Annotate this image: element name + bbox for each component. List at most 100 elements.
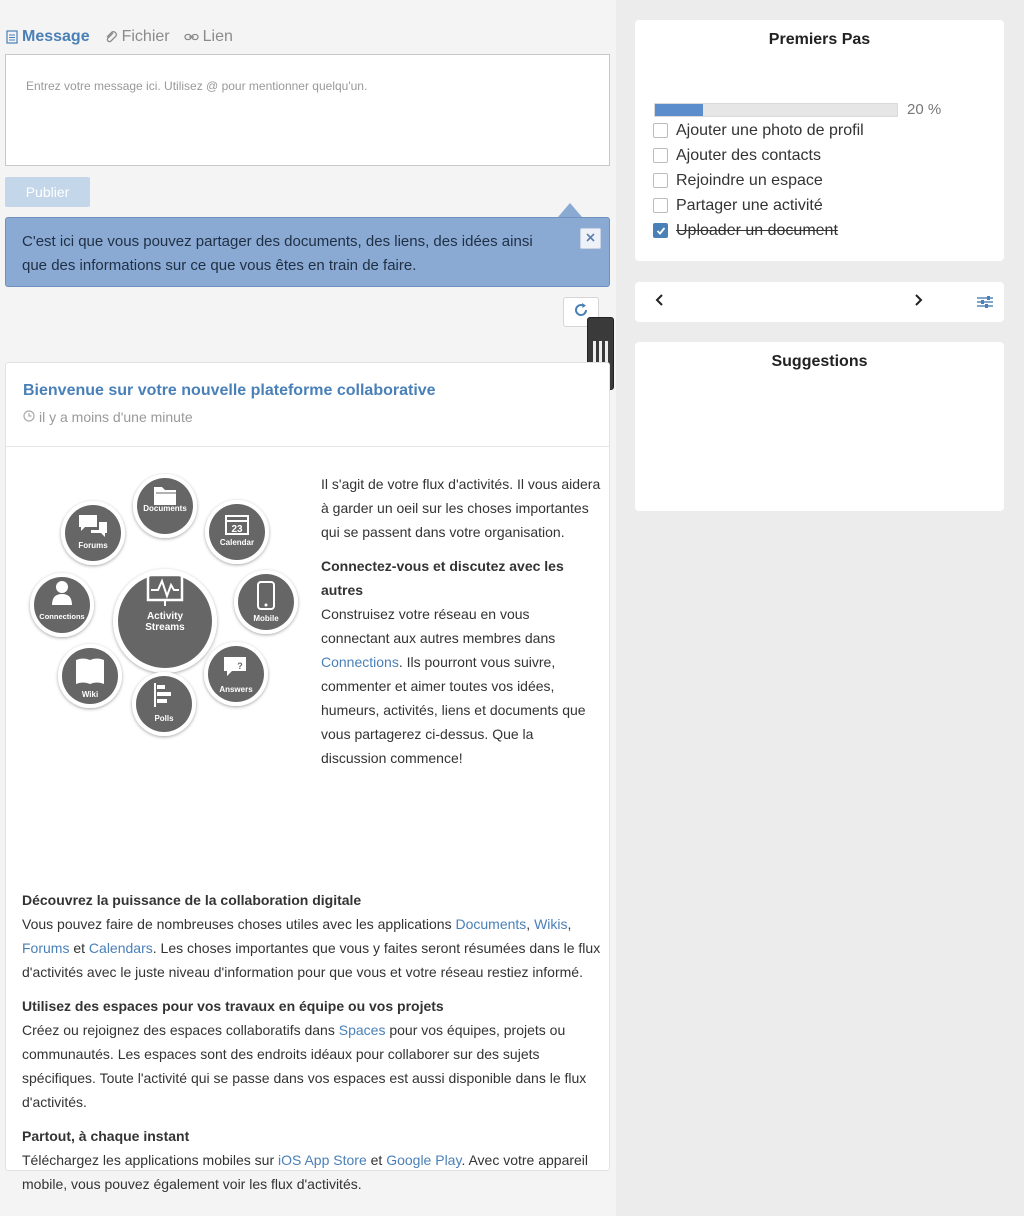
tip-text: C'est ici que vous pouvez partager des d… bbox=[22, 233, 533, 274]
tab-file-label: Fichier bbox=[121, 28, 170, 45]
connections-link[interactable]: Connections bbox=[321, 654, 399, 670]
intro-paragraph: Il s'agit de votre flux d'activités. Il … bbox=[321, 476, 601, 540]
getting-started-item-label: Uploader un document bbox=[676, 221, 838, 239]
getting-started-card: Premiers Pas 20 % Ajouter une photo de p… bbox=[635, 20, 1004, 261]
getting-started-item[interactable]: Ajouter des contacts bbox=[653, 143, 864, 168]
activity-main-text: Découvrez la puissance de la collaborati… bbox=[22, 888, 602, 1206]
hub-app-label: Wiki bbox=[82, 690, 98, 699]
connect-text: Construisez votre réseau en vous connect… bbox=[321, 606, 556, 646]
getting-started-title: Premiers Pas bbox=[768, 31, 871, 48]
composer-tabs: Message Fichier Lien bbox=[6, 26, 233, 48]
widget-navigation bbox=[635, 282, 1004, 322]
activity-time: il y a moins d'une minute bbox=[23, 409, 609, 425]
collab-text: , bbox=[526, 916, 535, 932]
polls-node: Polls bbox=[132, 672, 196, 736]
collab-text: et bbox=[69, 940, 89, 956]
publish-button[interactable]: Publier bbox=[5, 177, 90, 207]
spaces-title: Utilisez des espaces pour vos travaux en… bbox=[22, 998, 444, 1014]
progress-bar bbox=[654, 103, 898, 117]
getting-started-item-label: Ajouter une photo de profil bbox=[676, 121, 864, 139]
tip-close-button[interactable] bbox=[580, 228, 601, 249]
svg-text:?: ? bbox=[237, 661, 243, 671]
activity-title[interactable]: Bienvenue sur votre nouvelle plateforme … bbox=[23, 382, 609, 400]
message-icon bbox=[6, 30, 18, 44]
settings-sliders-icon[interactable] bbox=[976, 294, 994, 315]
mobile-text: Téléchargez les applications mobiles sur bbox=[22, 1152, 279, 1168]
calendar-day: 23 bbox=[231, 524, 243, 535]
mobile-section: Partout, à chaque instant Téléchargez le… bbox=[22, 1124, 602, 1196]
getting-started-item-label: Ajouter des contacts bbox=[676, 146, 821, 164]
mobile-text: et bbox=[366, 1152, 387, 1168]
collab-text: , bbox=[567, 916, 572, 932]
forums-node: Forums bbox=[61, 501, 125, 565]
forums-link[interactable]: Forums bbox=[22, 940, 69, 956]
activity-card: Bienvenue sur votre nouvelle plateforme … bbox=[5, 362, 610, 1192]
connect-title: Connectez-vous et discutez avec les autr… bbox=[321, 558, 564, 598]
chevron-right-icon[interactable] bbox=[913, 293, 923, 312]
composer-tip: C'est ici que vous pouvez partager des d… bbox=[5, 217, 610, 287]
close-icon bbox=[585, 227, 596, 251]
tab-file[interactable]: Fichier bbox=[104, 28, 170, 46]
hub-app-label: Forums bbox=[78, 541, 108, 550]
getting-started-item[interactable]: Uploader un document bbox=[653, 218, 864, 243]
tab-link-label: Lien bbox=[202, 28, 233, 45]
activity-streams-node: Activity Streams bbox=[113, 569, 217, 673]
mobile-node: Mobile bbox=[234, 570, 298, 634]
suggestions-card: Suggestions bbox=[635, 342, 1004, 511]
paperclip-icon bbox=[104, 30, 118, 44]
progress-fill bbox=[655, 104, 704, 116]
collab-text: Vous pouvez faire de nombreuses choses u… bbox=[22, 916, 456, 932]
tab-message[interactable]: Message bbox=[6, 28, 90, 46]
activity-header: Bienvenue sur votre nouvelle plateforme … bbox=[6, 363, 609, 447]
tab-link[interactable]: Lien bbox=[183, 28, 233, 46]
checkbox[interactable] bbox=[653, 198, 668, 213]
activity-time-label: il y a moins d'une minute bbox=[39, 409, 193, 425]
tip-arrow bbox=[558, 203, 582, 217]
progress-label: 20 % bbox=[907, 101, 942, 118]
hub-app-label: Connections bbox=[39, 612, 84, 621]
collab-section: Découvrez la puissance de la collaborati… bbox=[22, 888, 602, 984]
collaboration-hub-illustration: Activity Streams Documents 23 Calendar M… bbox=[30, 474, 298, 736]
spaces-text: Créez ou rejoignez des espaces collabora… bbox=[22, 1022, 339, 1038]
hub-center-label: Activity bbox=[147, 611, 184, 622]
mobile-title: Partout, à chaque instant bbox=[22, 1128, 190, 1144]
spaces-link[interactable]: Spaces bbox=[339, 1022, 386, 1038]
answers-node: ? Answers bbox=[204, 642, 268, 706]
getting-started-item-label: Rejoindre un espace bbox=[676, 171, 823, 189]
chevron-left-icon[interactable] bbox=[655, 293, 665, 312]
documents-link[interactable]: Documents bbox=[455, 916, 526, 932]
link-icon bbox=[183, 32, 199, 42]
message-placeholder: Entrez votre message ici. Utilisez @ pou… bbox=[26, 79, 368, 93]
activity-intro-text: Il s'agit de votre flux d'activités. Il … bbox=[321, 472, 601, 780]
spaces-section: Utilisez des espaces pour vos travaux en… bbox=[22, 994, 602, 1114]
wikis-link[interactable]: Wikis bbox=[534, 916, 567, 932]
calendars-link[interactable]: Calendars bbox=[89, 940, 153, 956]
clock-icon bbox=[23, 409, 35, 425]
getting-started-list: Ajouter une photo de profil Ajouter des c… bbox=[653, 118, 864, 243]
hub-app-label: Polls bbox=[154, 714, 174, 723]
checkbox-checked[interactable] bbox=[653, 223, 668, 238]
getting-started-item[interactable]: Partager une activité bbox=[653, 193, 864, 218]
hub-center-label: Streams bbox=[145, 622, 185, 633]
hub-app-label: Answers bbox=[219, 685, 253, 694]
connect-section: Connectez-vous et discutez avec les autr… bbox=[321, 554, 601, 770]
documents-node: Documents bbox=[133, 474, 197, 538]
ios-app-store-link[interactable]: iOS App Store bbox=[278, 1152, 367, 1168]
tab-message-label: Message bbox=[22, 28, 90, 45]
getting-started-item-label: Partager une activité bbox=[676, 196, 823, 214]
checkbox[interactable] bbox=[653, 148, 668, 163]
message-input[interactable]: Entrez votre message ici. Utilisez @ pou… bbox=[5, 54, 610, 166]
getting-started-item[interactable]: Ajouter une photo de profil bbox=[653, 118, 864, 143]
calendar-node: 23 Calendar bbox=[205, 500, 269, 564]
suggestions-title: Suggestions bbox=[771, 353, 868, 370]
hub-app-label: Documents bbox=[143, 504, 187, 513]
hub-app-label: Calendar bbox=[220, 538, 254, 547]
hub-app-label: Mobile bbox=[253, 614, 279, 623]
google-play-link[interactable]: Google Play bbox=[386, 1152, 461, 1168]
checkbox[interactable] bbox=[653, 173, 668, 188]
connect-text: . Ils pourront vous suivre, commenter et… bbox=[321, 654, 586, 766]
collab-title: Découvrez la puissance de la collaborati… bbox=[22, 892, 362, 908]
checkbox[interactable] bbox=[653, 123, 668, 138]
getting-started-item[interactable]: Rejoindre un espace bbox=[653, 168, 864, 193]
wiki-node: Wiki bbox=[58, 644, 122, 708]
